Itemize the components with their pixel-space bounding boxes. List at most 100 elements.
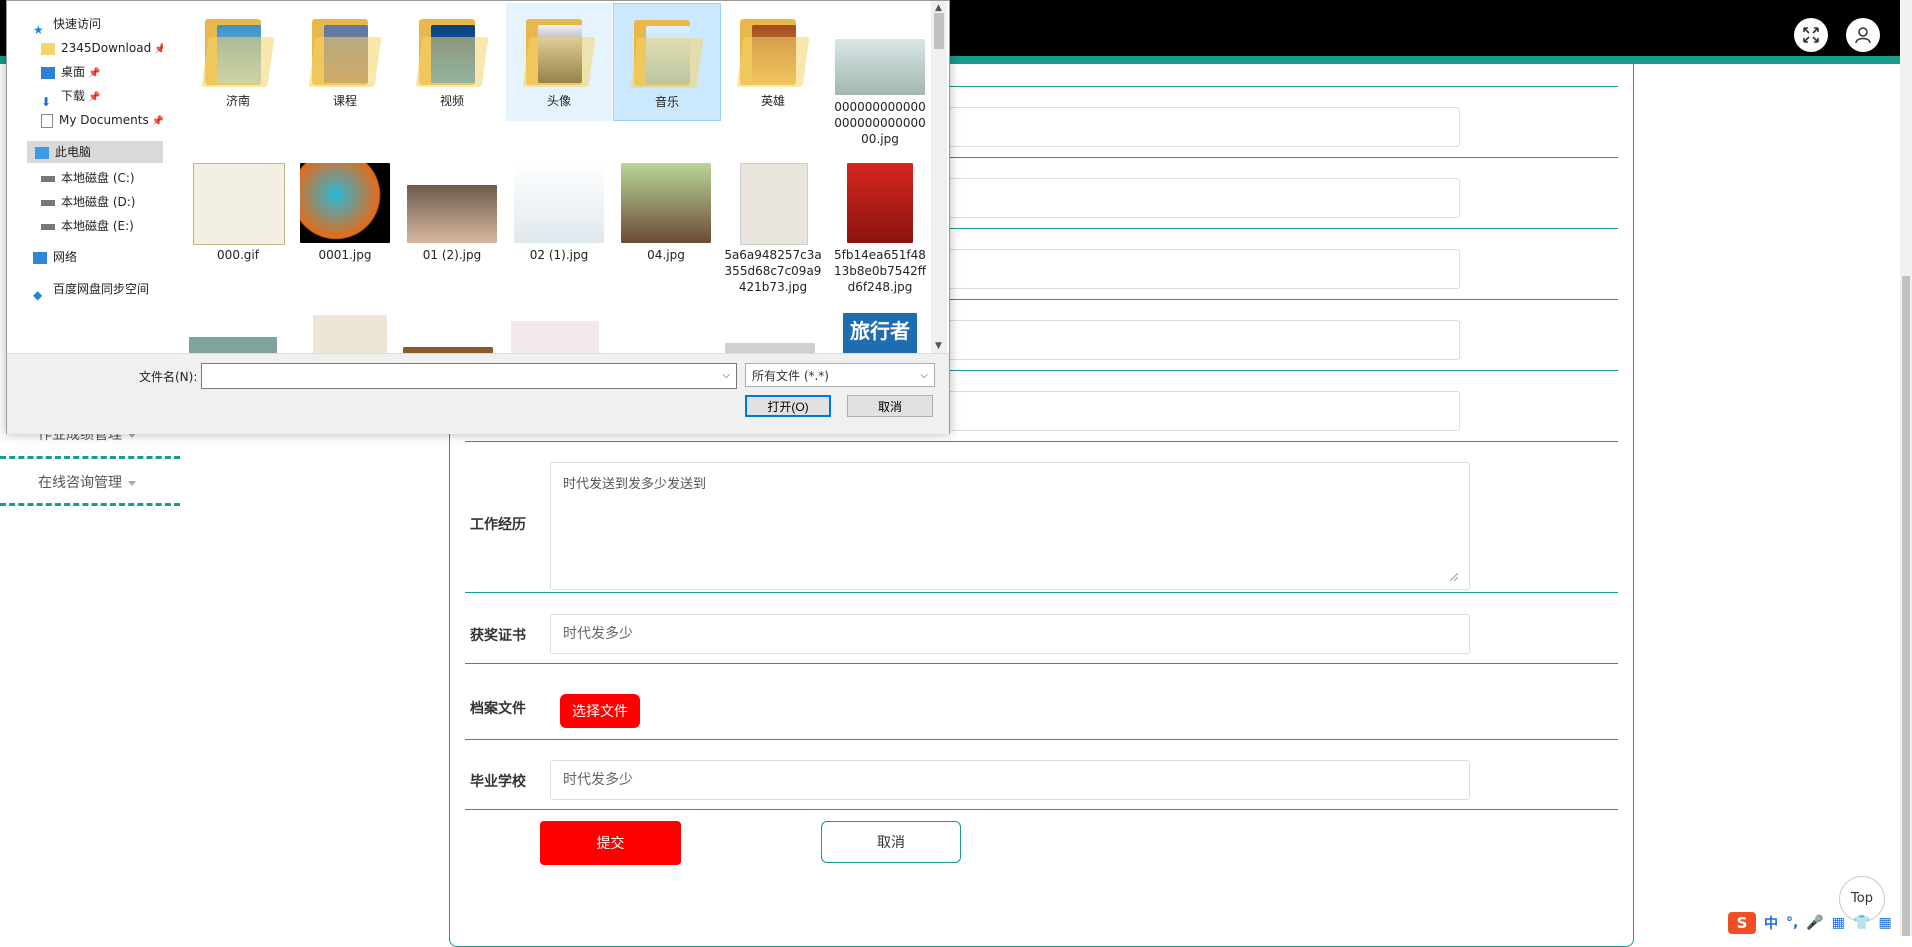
awards-input[interactable]: 时代发多少 — [550, 614, 1470, 654]
filename-label: 文件名(N): — [139, 370, 198, 384]
file-tile[interactable]: 英雄 — [720, 3, 826, 121]
image-thumbnail — [835, 39, 925, 95]
file-open-dialog: ★ 快速访问 2345Download 📌 桌面 📌 ⬇ 下载 📌 My Document… — [6, 0, 950, 434]
dialog-cancel-button[interactable]: 取消 — [847, 395, 933, 417]
resize-handle-icon[interactable] — [1449, 570, 1459, 582]
page-scrollbar[interactable] — [1900, 0, 1912, 936]
image-thumbnail — [514, 163, 604, 243]
image-thumbnail[interactable] — [313, 315, 387, 353]
drive-icon — [41, 199, 55, 206]
file-view: 济南 课程 视频 头像 音乐 英雄 0000000000000000000000… — [177, 1, 937, 353]
folder-icon — [308, 19, 382, 87]
nav-quick-access[interactable]: ★ 快速访问 — [33, 13, 101, 37]
dialog-footer: 文件名(N): ⌵ 所有文件 (*.*) ⌵ 打开(O) 取消 — [7, 353, 949, 434]
filename-input[interactable]: ⌵ — [201, 363, 737, 389]
row-divider — [465, 592, 1618, 593]
nav-this-pc[interactable]: 此电脑 — [27, 141, 163, 163]
image-thumbnail[interactable]: 旅行者 — [843, 313, 917, 353]
download-icon: ⬇ — [41, 94, 52, 109]
nav-2345download[interactable]: 2345Download 📌 — [41, 37, 163, 59]
image-thumbnail — [740, 163, 808, 245]
school-input[interactable]: 时代发多少 — [550, 760, 1470, 800]
network-icon — [33, 251, 47, 264]
folder-icon — [522, 19, 596, 87]
image-thumbnail — [193, 163, 285, 245]
row-divider — [465, 809, 1618, 810]
pin-icon[interactable]: 📌 — [152, 116, 163, 127]
file-tile[interactable]: 04.jpg — [613, 157, 719, 307]
nav-baidu-cloud[interactable]: ◆ 百度网盘同步空间 — [33, 278, 149, 302]
chevron-down-icon — [128, 480, 136, 486]
grid-icon[interactable]: ▦ — [1878, 915, 1891, 931]
row-divider — [465, 441, 1618, 442]
file-tile[interactable]: 5fb14ea651f4813b8e0b7542ffd6f248.jpg — [827, 157, 933, 307]
row-divider — [465, 739, 1618, 740]
skin-icon[interactable]: 👕 — [1853, 915, 1870, 931]
file-tile[interactable]: 头像 — [506, 3, 612, 121]
image-thumbnail — [407, 185, 497, 243]
open-button[interactable]: 打开(O) — [745, 395, 831, 417]
chevron-down-icon: ⌵ — [920, 370, 928, 381]
ime-punct-icon[interactable]: °, — [1786, 915, 1798, 931]
awards-label: 获奖证书 — [470, 628, 526, 644]
book-cover-text: 旅行者 — [850, 319, 910, 343]
folder-icon — [630, 20, 704, 88]
user-icon[interactable] — [1846, 18, 1880, 52]
sidebar-divider — [0, 456, 180, 459]
ime-toolbar[interactable]: S 中 °, 🎤 ▦ 👕 ▦ — [1728, 910, 1912, 936]
ime-language[interactable]: 中 — [1764, 913, 1778, 933]
file-tile[interactable]: 音乐 — [613, 3, 721, 121]
file-view-scrollbar[interactable]: ▲ ▼ — [931, 1, 947, 353]
cancel-button[interactable]: 取消 — [821, 821, 961, 863]
image-thumbnail — [847, 163, 913, 243]
nav-network[interactable]: 网络 — [33, 246, 77, 268]
pin-icon[interactable]: 📌 — [88, 92, 100, 103]
file-tile[interactable]: 视频 — [399, 3, 505, 121]
desktop-icon — [41, 66, 55, 79]
sidebar-item-consult[interactable]: 在线咨询管理 — [38, 472, 136, 492]
star-icon: ★ — [33, 22, 44, 37]
nav-drive-d[interactable]: 本地磁盘 (D:) — [41, 191, 135, 213]
folder-icon — [415, 19, 489, 87]
work-history-textarea[interactable]: 时代发送到发多少发送到 — [550, 462, 1470, 590]
image-thumbnail[interactable] — [189, 337, 277, 353]
microphone-icon[interactable]: 🎤 — [1806, 915, 1823, 931]
file-tile[interactable]: 0001.jpg — [292, 157, 398, 307]
nav-drive-e[interactable]: 本地磁盘 (E:) — [41, 215, 134, 237]
pin-icon[interactable]: 📌 — [154, 44, 163, 55]
pin-icon[interactable]: 📌 — [88, 68, 100, 79]
file-tile[interactable]: 5a6a948257c3a355d68c7c09a9421b73.jpg — [720, 157, 826, 307]
image-thumbnail — [621, 163, 711, 243]
baidu-cloud-icon: ◆ — [33, 287, 43, 302]
folder-icon — [736, 19, 810, 87]
sidebar-divider — [0, 503, 180, 506]
fullscreen-icon[interactable] — [1794, 18, 1828, 52]
drive-icon — [41, 175, 55, 182]
file-tile[interactable]: 00000000000000000000000000.jpg — [827, 3, 933, 153]
image-thumbnail[interactable] — [511, 321, 599, 353]
choose-file-button[interactable]: 选择文件 — [560, 694, 640, 728]
nav-my-documents[interactable]: My Documents 📌 — [41, 109, 163, 131]
file-tile[interactable]: 济南 — [185, 3, 291, 121]
row-divider — [465, 663, 1618, 664]
nav-drive-c[interactable]: 本地磁盘 (C:) — [41, 167, 135, 189]
file-tile[interactable]: 课程 — [292, 3, 398, 121]
navigation-pane: ★ 快速访问 2345Download 📌 桌面 📌 ⬇ 下载 📌 My Document… — [7, 1, 163, 353]
drive-icon — [41, 223, 55, 230]
submit-button[interactable]: 提交 — [540, 821, 681, 865]
filetype-select[interactable]: 所有文件 (*.*) ⌵ — [745, 363, 935, 387]
image-thumbnail[interactable] — [725, 343, 815, 353]
chevron-down-icon[interactable]: ⌵ — [722, 370, 730, 381]
archive-label: 档案文件 — [470, 701, 526, 717]
file-tile[interactable]: 01 (2).jpg — [399, 157, 505, 307]
file-tile[interactable]: 000.gif — [185, 157, 291, 307]
computer-icon — [35, 146, 49, 159]
image-thumbnail — [300, 163, 390, 243]
document-icon — [41, 113, 53, 128]
sogou-logo-icon: S — [1728, 912, 1756, 934]
keyboard-icon[interactable]: ▦ — [1832, 915, 1845, 931]
folder-icon — [201, 19, 275, 87]
nav-desktop[interactable]: 桌面 📌 — [41, 61, 100, 83]
file-tile[interactable]: 02 (1).jpg — [506, 157, 612, 307]
nav-downloads[interactable]: ⬇ 下载 📌 — [41, 85, 100, 109]
